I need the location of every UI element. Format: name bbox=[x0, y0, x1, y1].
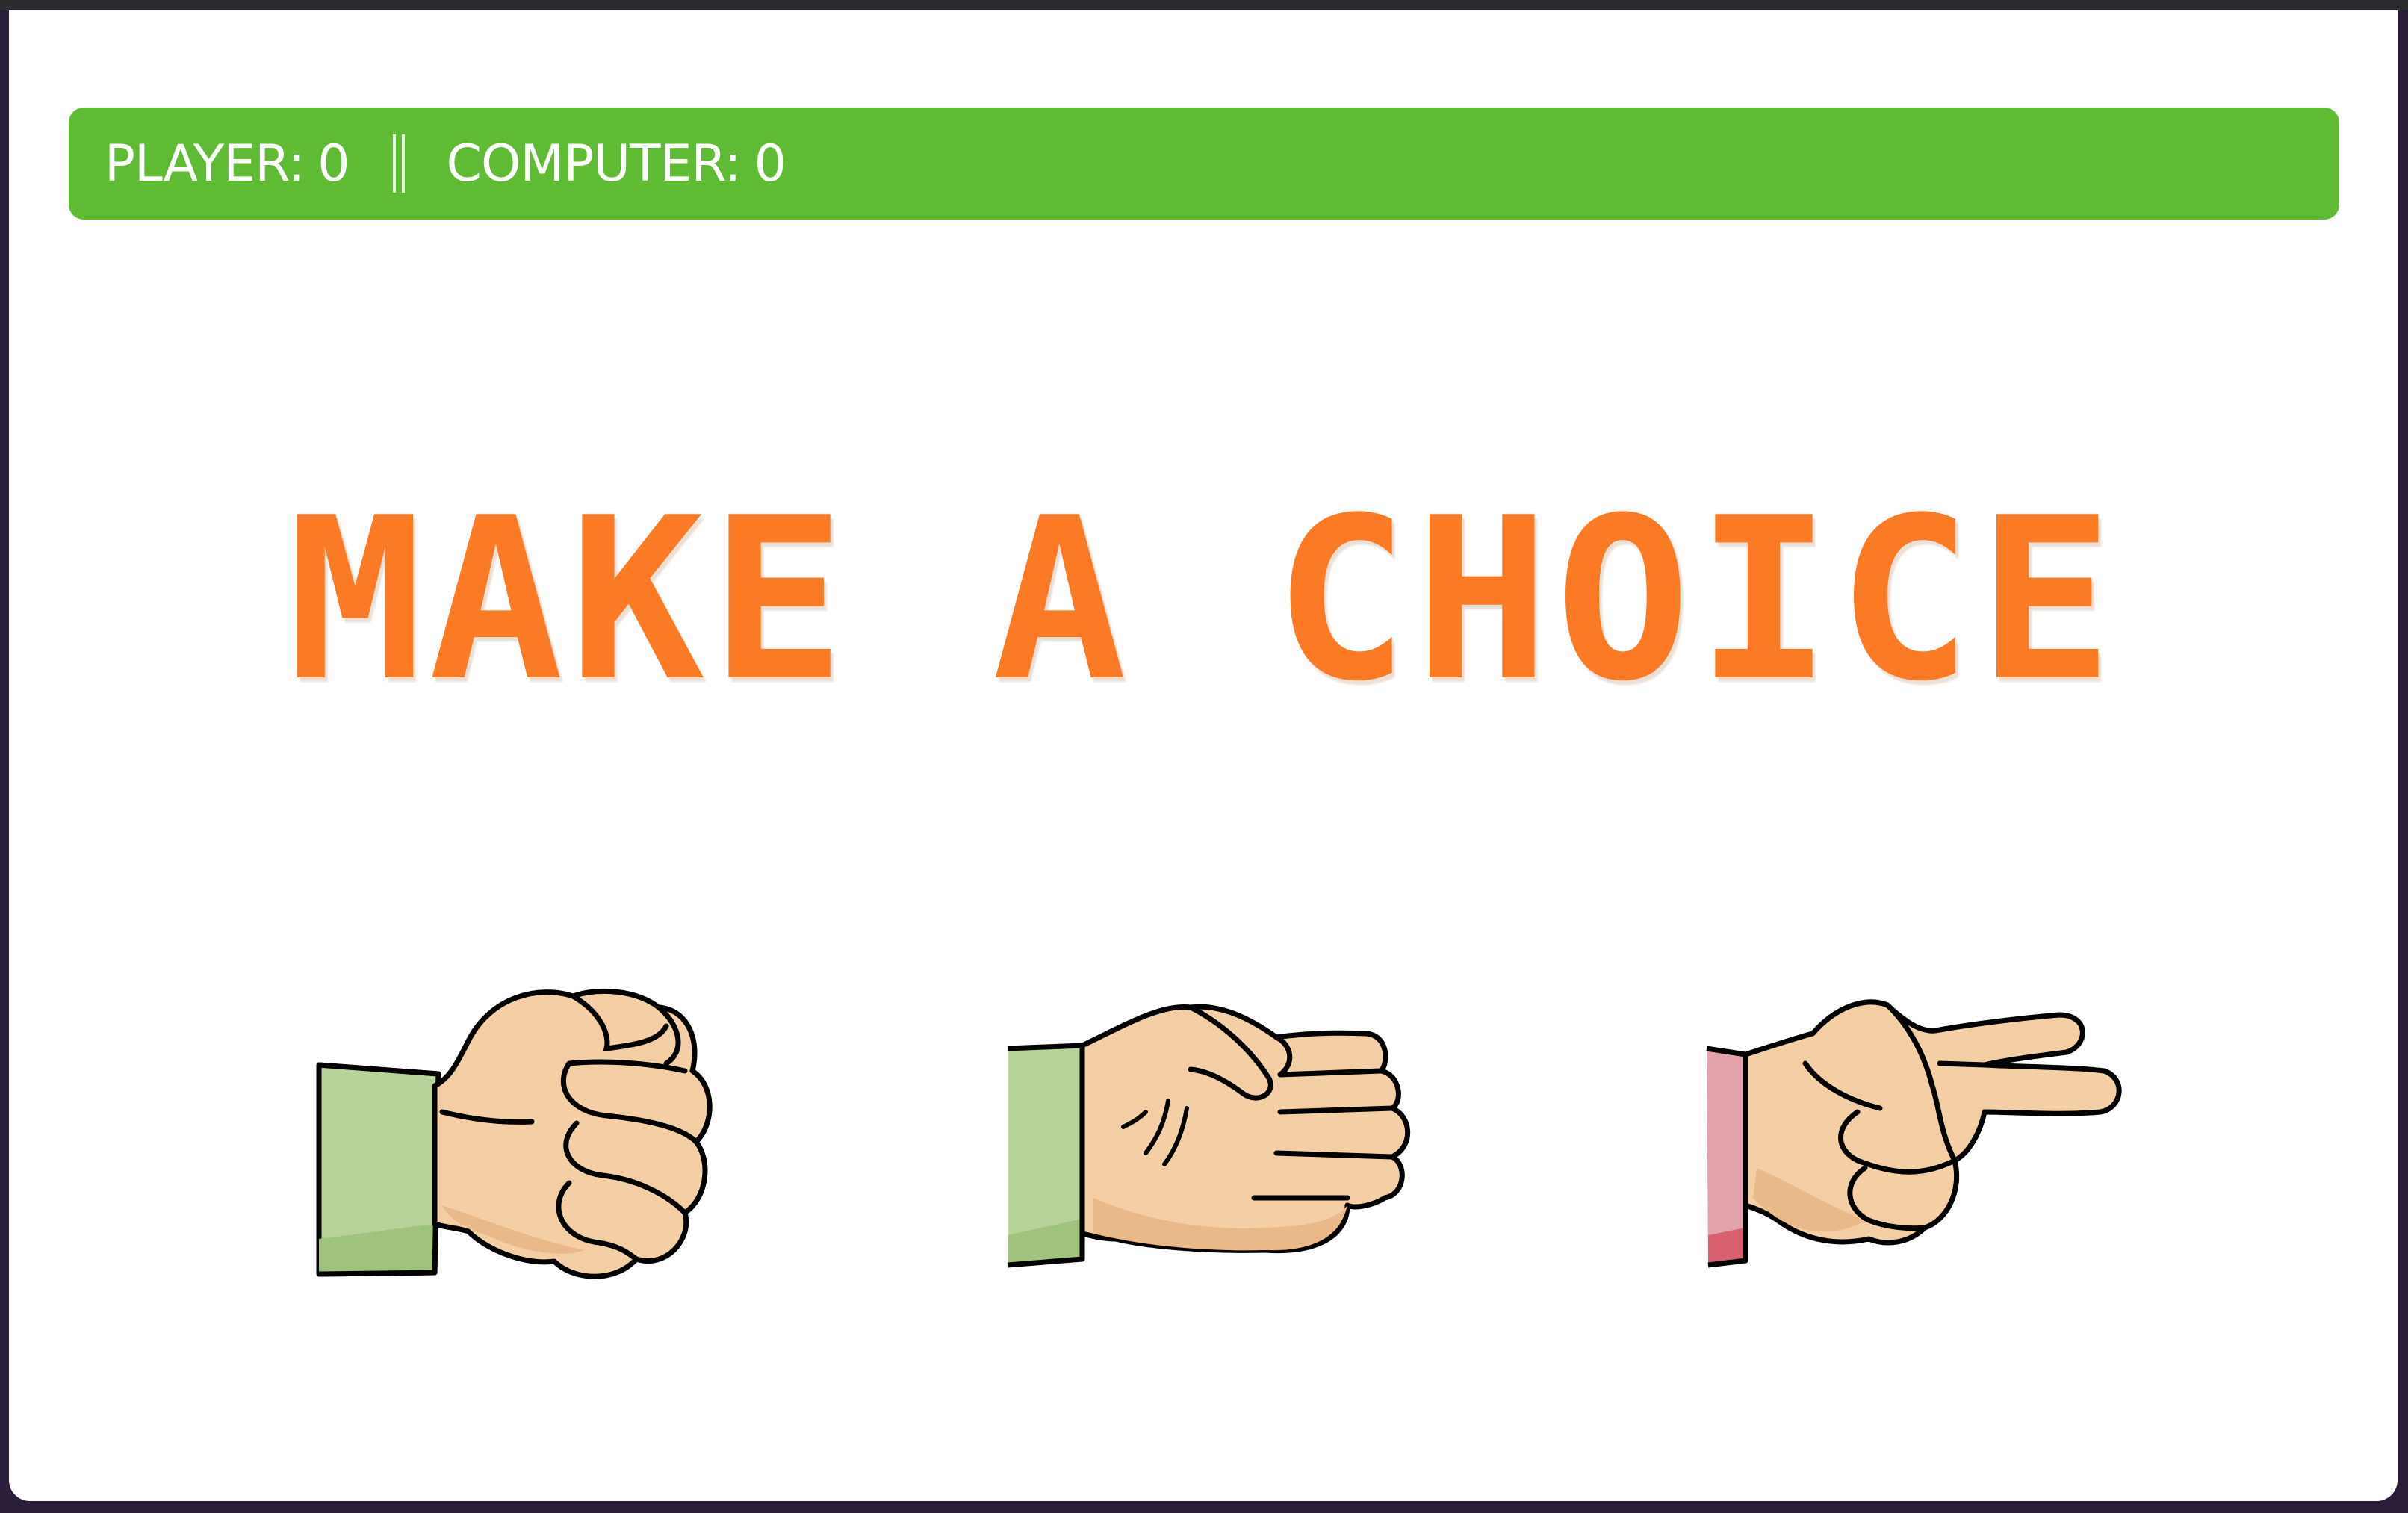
game-window: PLAYER: 0 COMPUTER: 0 MAKE A CHOICE bbox=[9, 10, 2398, 1501]
rock-hand-icon bbox=[316, 988, 713, 1279]
scissors-hand-icon bbox=[1706, 999, 2122, 1268]
paper-hand-icon bbox=[1007, 1004, 1411, 1268]
computer-score-value: 0 bbox=[754, 134, 786, 193]
player-score-value: 0 bbox=[317, 134, 350, 193]
score-divider bbox=[392, 134, 405, 193]
computer-score-label: COMPUTER: bbox=[446, 134, 742, 193]
scoreboard: PLAYER: 0 COMPUTER: 0 bbox=[69, 108, 2339, 220]
rock-choice-button[interactable] bbox=[308, 981, 771, 1295]
scissors-choice-button[interactable] bbox=[1686, 981, 2149, 1295]
paper-choice-button[interactable] bbox=[996, 981, 1459, 1295]
player-score-label: PLAYER: bbox=[105, 134, 305, 193]
make-a-choice-heading: MAKE A CHOICE bbox=[288, 470, 2119, 730]
window-top-edge bbox=[0, 0, 2408, 10]
